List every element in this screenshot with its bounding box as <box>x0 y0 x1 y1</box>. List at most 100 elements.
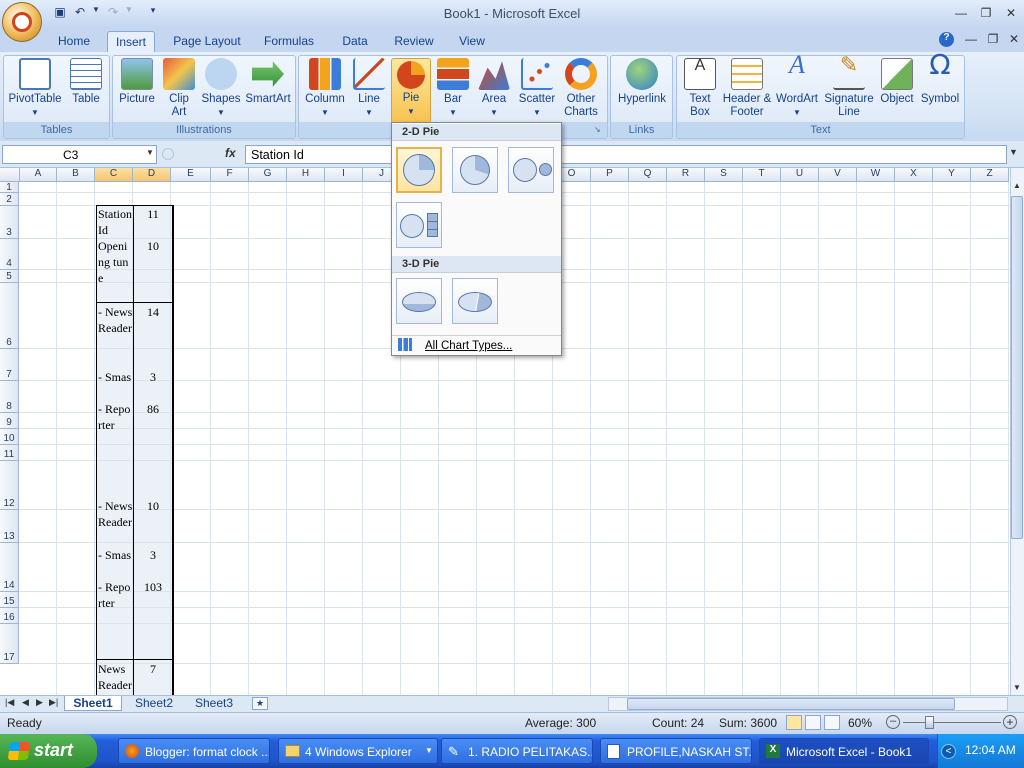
close-icon[interactable]: ✕ <box>1002 6 1020 20</box>
sheet-tab-sheet2[interactable]: Sheet2 <box>126 696 182 711</box>
page-break-view-icon[interactable] <box>824 715 840 730</box>
row-header-17[interactable]: 17 <box>0 624 19 664</box>
scroll-up-icon[interactable]: ▲ <box>1011 181 1023 193</box>
cell-c8[interactable]: - Reporter <box>97 401 133 433</box>
normal-view-icon[interactable] <box>786 715 802 730</box>
cell-d3[interactable]: 11 <box>134 206 172 222</box>
cell-c6[interactable]: - News Reader <box>97 304 133 336</box>
pie-3d-option[interactable] <box>396 278 442 324</box>
restore-icon[interactable]: ❐ <box>977 6 995 20</box>
scatter-chart-button[interactable]: Scatter ▼ <box>516 58 558 119</box>
select-all-corner[interactable] <box>0 168 20 182</box>
cell-c3[interactable]: Station Id <box>97 206 133 238</box>
row-header-13[interactable]: 13 <box>0 510 19 543</box>
wordart-button[interactable]: A WordArt ▼ <box>774 52 820 119</box>
cell-c14[interactable]: - Reporter <box>97 579 133 611</box>
undo-icon[interactable]: ↶ <box>72 5 88 21</box>
name-box-dropdown-icon[interactable]: ▼ <box>146 148 154 157</box>
column-header-t[interactable]: T <box>743 168 781 182</box>
help-icon[interactable]: ? <box>939 32 954 47</box>
formula-expand-handle-icon[interactable] <box>162 148 174 160</box>
tab-formulas[interactable]: Formulas <box>257 31 321 52</box>
cell-d14[interactable]: 103 <box>134 579 172 595</box>
ribbon-minimize-icon[interactable]: — <box>962 32 980 46</box>
vertical-scroll-thumb[interactable] <box>1011 196 1023 539</box>
cell-d8[interactable]: 86 <box>134 401 172 417</box>
tab-view[interactable]: View <box>450 31 494 52</box>
sheet-tab-sheet3[interactable]: Sheet3 <box>186 696 242 711</box>
charts-dialog-launcher-icon[interactable]: ↘ <box>594 125 604 135</box>
tab-review[interactable]: Review <box>388 31 440 52</box>
column-header-r[interactable]: R <box>667 168 705 182</box>
prev-sheet-icon[interactable]: ◀ <box>22 697 29 708</box>
row-header-12[interactable]: 12 <box>0 461 19 510</box>
undo-dropdown-icon[interactable]: ▼ <box>88 5 104 21</box>
tray-expand-icon[interactable]: < <box>941 744 956 759</box>
signature-line-button[interactable]: ✎ Signature Line <box>822 54 876 119</box>
row-header-2[interactable]: 2 <box>0 193 19 206</box>
taskbar-item-profile[interactable]: PROFILE,NASKAH ST... <box>600 738 752 764</box>
next-sheet-icon[interactable]: ▶ <box>36 697 43 708</box>
column-header-g[interactable]: G <box>249 168 287 182</box>
ribbon-close-icon[interactable]: ✕ <box>1005 32 1023 46</box>
all-chart-types-item[interactable]: All Chart Types... <box>392 335 561 355</box>
column-header-d[interactable]: D <box>133 168 171 182</box>
row-header-7[interactable]: 7 <box>0 349 19 381</box>
page-layout-view-icon[interactable] <box>805 715 821 730</box>
taskbar-item-windows-explorer[interactable]: 4 Windows Explorer <box>278 738 438 764</box>
cell-c13[interactable]: - Smas <box>97 547 133 563</box>
symbol-button[interactable]: Ω Symbol <box>918 51 962 106</box>
cell-c17[interactable]: News Reader <box>97 661 133 693</box>
cell-d4[interactable]: 10 <box>134 238 172 254</box>
column-header-a[interactable]: A <box>20 168 57 182</box>
column-header-z[interactable]: Z <box>971 168 1009 182</box>
other-charts-button[interactable]: Other Charts <box>560 58 602 119</box>
row-header-3[interactable]: 3 <box>0 206 19 239</box>
tab-insert[interactable]: Insert <box>107 31 155 52</box>
zoom-slider-thumb[interactable] <box>925 716 934 729</box>
taskbar-item-blogger[interactable]: Blogger: format clock ... <box>118 738 270 764</box>
insert-function-icon[interactable]: fx <box>225 146 243 164</box>
minimize-icon[interactable]: — <box>952 6 970 20</box>
text-box-button[interactable]: A Text Box <box>680 58 720 119</box>
tab-home[interactable]: Home <box>50 31 98 52</box>
column-header-p[interactable]: P <box>591 168 629 182</box>
exploded-pie-2d-option[interactable] <box>452 147 498 193</box>
office-button[interactable] <box>2 2 42 42</box>
column-header-s[interactable]: S <box>705 168 743 182</box>
column-header-y[interactable]: Y <box>933 168 971 182</box>
zoom-level[interactable]: 60% <box>848 716 872 730</box>
cell-d6[interactable]: 14 <box>134 304 172 320</box>
column-header-h[interactable]: H <box>287 168 325 182</box>
tab-data[interactable]: Data <box>333 31 377 52</box>
column-chart-button[interactable]: Column ▼ <box>302 58 348 119</box>
bar-of-pie-option[interactable] <box>396 202 442 248</box>
formula-bar-expand-icon[interactable]: ▼ <box>1009 147 1018 157</box>
zoom-in-icon[interactable]: + <box>1003 715 1017 729</box>
column-header-f[interactable]: F <box>211 168 249 182</box>
row-header-5[interactable]: 5 <box>0 270 19 283</box>
bar-chart-button[interactable]: Bar ▼ <box>434 58 472 119</box>
hyperlink-button[interactable]: Hyperlink <box>613 58 671 106</box>
pivottable-button[interactable]: PivotTable ▼ <box>6 58 64 119</box>
row-header-14[interactable]: 14 <box>0 543 19 592</box>
row-header-10[interactable]: 10 <box>0 429 19 445</box>
customize-qat-icon[interactable]: ▾ <box>145 5 161 21</box>
horizontal-scroll-thumb[interactable] <box>627 698 955 710</box>
column-header-u[interactable]: U <box>781 168 819 182</box>
pie-chart-button[interactable]: Pie ▼ <box>391 58 431 124</box>
row-header-4[interactable]: 4 <box>0 239 19 270</box>
row-header-1[interactable]: 1 <box>0 182 19 193</box>
cell-d12[interactable]: 10 <box>134 498 172 514</box>
row-header-9[interactable]: 9 <box>0 413 19 429</box>
column-header-e[interactable]: E <box>171 168 211 182</box>
tab-page-layout[interactable]: Page Layout <box>168 31 246 52</box>
taskbar-item-excel[interactable]: Microsoft Excel - Book1 <box>759 738 929 764</box>
taskbar-item-radio[interactable]: 1. RADIO PELITAKAS... <box>441 738 593 764</box>
clip-art-button[interactable]: Clip Art <box>160 58 198 119</box>
column-header-w[interactable]: W <box>857 168 895 182</box>
smartart-button[interactable]: SmartArt <box>244 58 292 106</box>
zoom-slider[interactable] <box>903 722 1001 723</box>
row-header-8[interactable]: 8 <box>0 381 19 413</box>
insert-sheet-icon[interactable]: ★ <box>252 697 268 710</box>
